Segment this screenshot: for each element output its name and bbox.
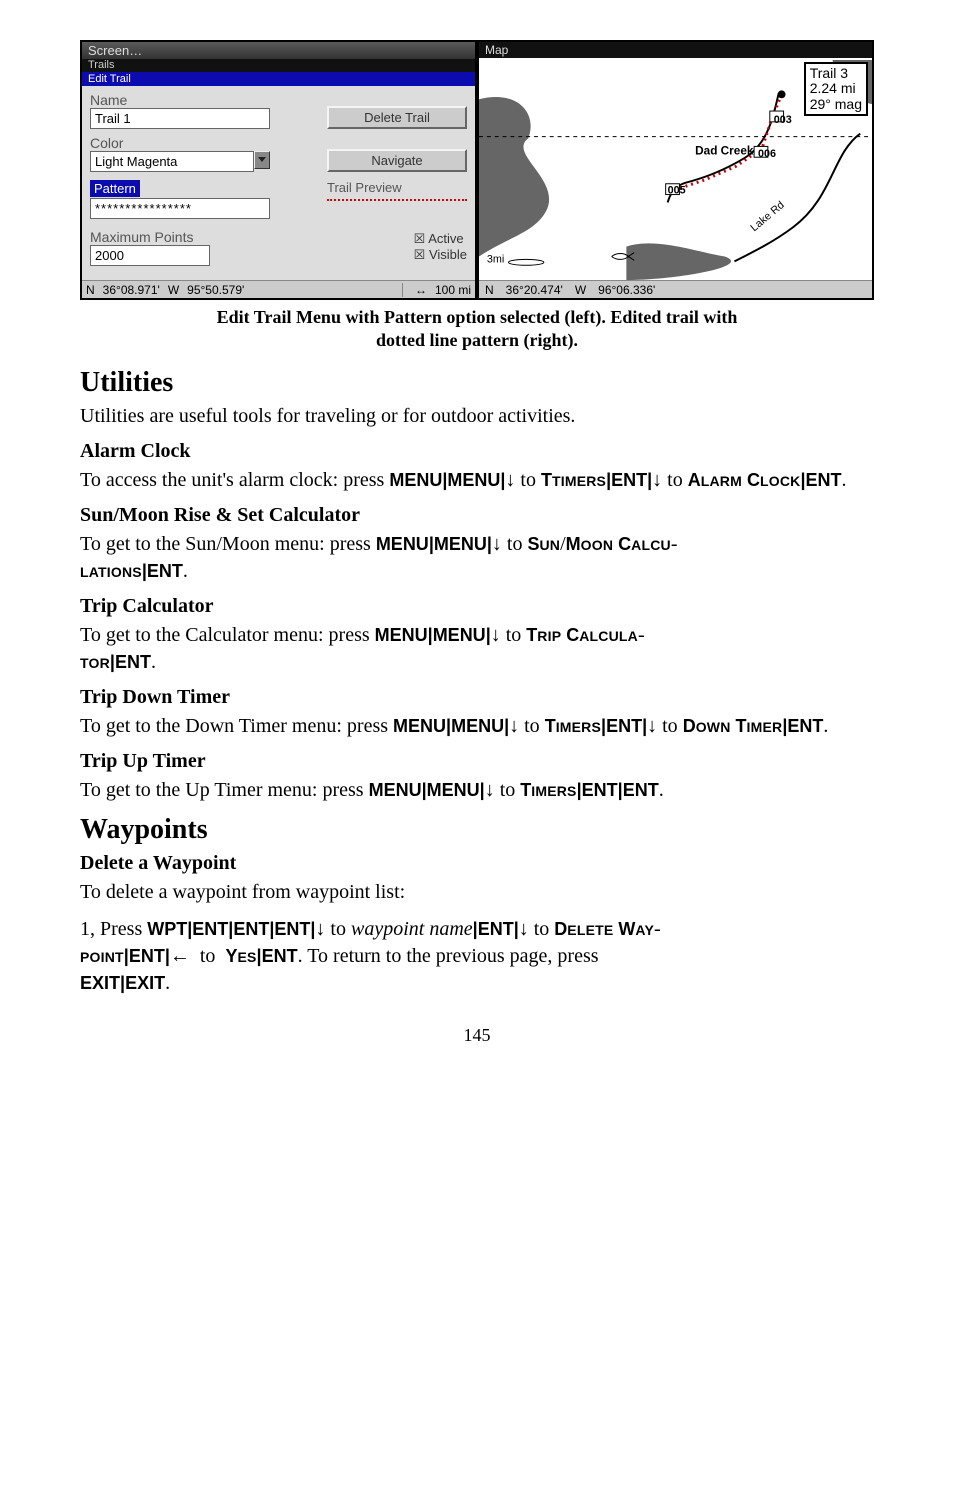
status-bar-left: N 36°08.971' W 95°50.579' ↔ 100 mi: [82, 280, 475, 298]
utilities-heading: Utilities: [80, 367, 874, 399]
dropdown-icon[interactable]: [254, 151, 270, 169]
trail-preview-label: Trail Preview: [327, 180, 467, 195]
status-lat: 36°08.971': [99, 283, 164, 297]
delete-trail-button[interactable]: Delete Trail: [327, 106, 467, 129]
visible-checkbox[interactable]: ☒ Visible: [414, 247, 467, 263]
tripcalc-para: To get to the Calculator menu: press MEN…: [80, 622, 874, 676]
downtimer-para: To get to the Down Timer menu: press MEN…: [80, 713, 874, 740]
svg-text:3mi: 3mi: [487, 253, 504, 265]
color-input[interactable]: Light Magenta: [90, 151, 254, 172]
delete-wpt-heading: Delete a Waypoint: [80, 852, 874, 875]
uptimer-para: To get to the Up Timer menu: press MENU|…: [80, 777, 874, 804]
figure-row: Screen… Trails Edit Trail Name Trail 1 D…: [80, 40, 874, 300]
status-scale: 100 mi: [431, 283, 475, 297]
sunmoon-heading: Sun/Moon Rise & Set Calculator: [80, 504, 874, 527]
map-title: Map: [479, 42, 872, 58]
visible-label: Visible: [429, 247, 467, 262]
downtimer-heading: Trip Down Timer: [80, 686, 874, 709]
alarm-heading: Alarm Clock: [80, 440, 874, 463]
name-input[interactable]: Trail 1: [90, 108, 270, 129]
svg-text:Lake Rd: Lake Rd: [748, 199, 787, 234]
map-screenshot: Map: [477, 40, 874, 300]
color-label: Color: [90, 135, 307, 151]
edit-trail-screenshot: Screen… Trails Edit Trail Name Trail 1 D…: [80, 40, 477, 300]
map-info-box: Trail 3 2.24 mi 29° mag: [804, 62, 868, 116]
status-n: N: [82, 283, 99, 297]
screen-title: Screen…: [82, 42, 475, 59]
status-w-r: W: [569, 283, 592, 297]
svg-text:006: 006: [758, 148, 776, 160]
step-1-para: 1, Press WPT|ENT|ENT|ENT|↓ to waypoint n…: [80, 916, 874, 997]
active-label: Active: [428, 231, 463, 246]
trail-name: Trail 3: [810, 66, 862, 81]
trail-distance: 2.24 mi: [810, 81, 862, 96]
status-lat-r: 36°20.474': [500, 283, 569, 297]
utilities-para: Utilities are useful tools for traveling…: [80, 403, 874, 430]
status-lon: 95°50.579': [183, 283, 248, 297]
active-checkbox[interactable]: ☒ Active: [414, 231, 467, 247]
delete-wpt-para: To delete a waypoint from waypoint list:: [80, 879, 874, 906]
alarm-para: To access the unit's alarm clock: press …: [80, 467, 874, 494]
sunmoon-para: To get to the Sun/Moon menu: press MENU|…: [80, 531, 874, 585]
waypoints-heading: Waypoints: [80, 814, 874, 846]
scale-arrow-icon: ↔: [411, 283, 431, 297]
status-n-r: N: [479, 283, 500, 297]
max-points-input[interactable]: 2000: [90, 245, 210, 266]
trail-preview-line: [327, 199, 467, 202]
max-points-label: Maximum Points: [90, 229, 394, 245]
svg-text:005: 005: [668, 185, 686, 197]
svg-text:003: 003: [774, 114, 792, 126]
status-lon-r: 96°06.336': [592, 283, 661, 297]
edit-trail-title: Edit Trail: [82, 72, 475, 86]
page-number: 145: [80, 1025, 874, 1046]
figure-caption: Edit Trail Menu with Pattern option sele…: [80, 306, 874, 353]
trails-title: Trails: [82, 59, 475, 72]
svg-text:Dad Creek: Dad Creek: [695, 144, 754, 157]
trail-bearing: 29° mag: [810, 97, 862, 112]
uptimer-heading: Trip Up Timer: [80, 750, 874, 773]
pattern-label[interactable]: Pattern: [90, 180, 140, 197]
navigate-button[interactable]: Navigate: [327, 149, 467, 172]
name-label: Name: [90, 92, 307, 108]
pattern-input[interactable]: ****************: [90, 198, 270, 219]
status-bar-right: N 36°20.474' W 96°06.336': [479, 280, 872, 298]
status-w: W: [164, 283, 183, 297]
tripcalc-heading: Trip Calculator: [80, 595, 874, 618]
